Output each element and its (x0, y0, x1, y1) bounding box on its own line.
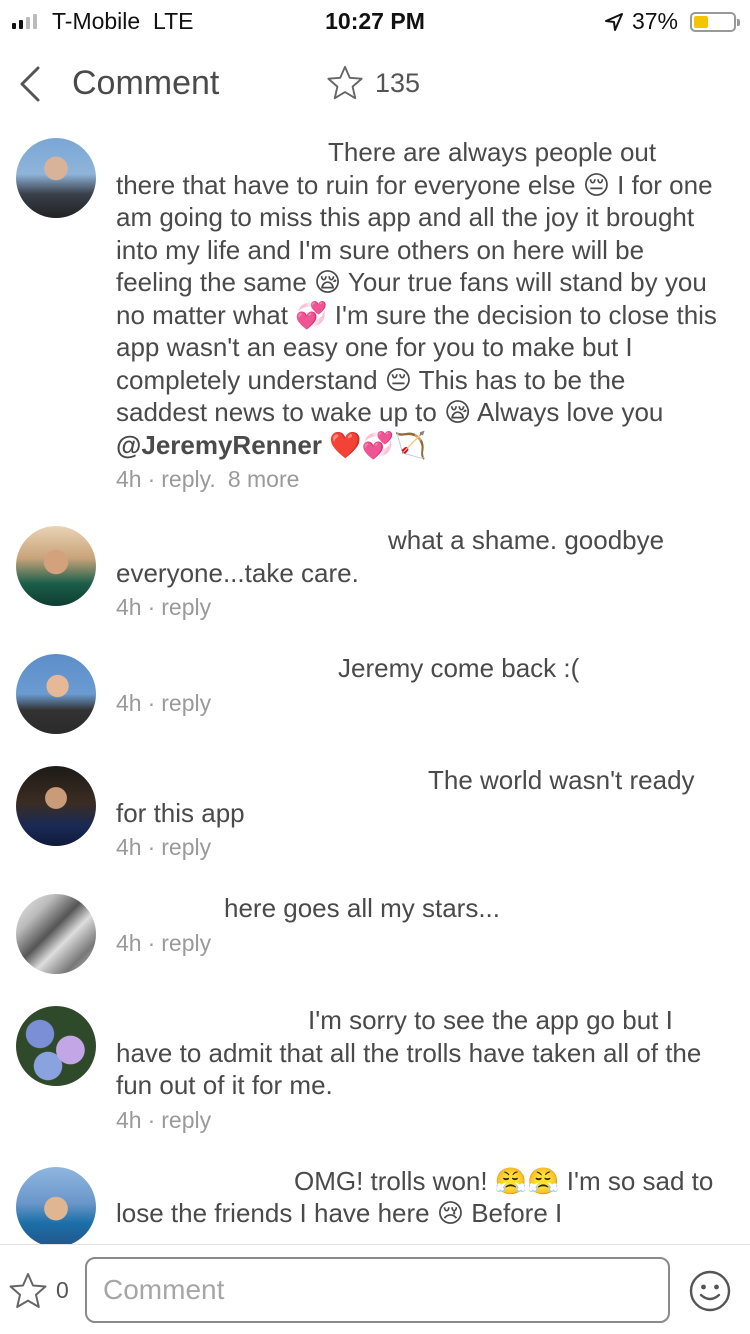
comment-body: There are always people out there that h… (116, 136, 720, 494)
comment-body: here goes all my stars... 4h · reply (116, 892, 720, 974)
comment-text: Jeremy come back :( (116, 652, 720, 685)
nav-bar: Comment 135 (0, 50, 750, 120)
screen: T-Mobile LTE 10:27 PM 37% Comment 135 Th… (0, 0, 750, 1334)
comment-text-part: here goes all my stars... (224, 893, 500, 923)
comment-text: I'm sorry to see the app go but I have t… (116, 1004, 720, 1102)
comment-body: I'm sorry to see the app go but I have t… (116, 1004, 720, 1135)
comment-meta: 4h · reply (116, 592, 720, 622)
separator: · (147, 1106, 156, 1133)
comment-item: here goes all my stars... 4h · reply (0, 892, 750, 974)
comment-text-part: ❤️💞🏹 (322, 429, 427, 460)
location-arrow-icon (604, 12, 623, 31)
comment-body: OMG! trolls won! 😤😤 I'm so sad to lose t… (116, 1165, 720, 1245)
avatar[interactable] (16, 138, 96, 218)
battery-level-fill (694, 15, 708, 28)
comment-item: I'm sorry to see the app go but I have t… (0, 1004, 750, 1135)
star-count: 135 (375, 68, 421, 98)
comment-body: Jeremy come back :( 4h · reply (116, 652, 720, 734)
star-count: 0 (56, 1277, 69, 1303)
comment-body: The world wasn't ready for this app 4h · r… (116, 764, 720, 862)
avatar[interactable] (16, 894, 96, 974)
comment-time: 4h (116, 1106, 142, 1133)
separator: · (147, 689, 156, 716)
comment-time: 4h (116, 466, 142, 492)
comment-item: what a shame. goodbye everyone...take ca… (0, 524, 750, 622)
separator: · (147, 466, 156, 492)
comment-text-part: Jeremy come back :( (338, 653, 580, 683)
comment-text-part: The world wasn't ready for this app (116, 765, 695, 828)
comment-meta: 4h · reply (116, 688, 720, 718)
avatar[interactable] (16, 1166, 96, 1244)
avatar[interactable] (16, 1006, 96, 1086)
comment-time: 4h (116, 834, 142, 860)
mention-link[interactable]: @JeremyRenner (116, 430, 322, 460)
back-chevron-icon[interactable] (14, 64, 46, 104)
comment-text: what a shame. goodbye everyone...take ca… (116, 524, 720, 589)
reply-link[interactable]: reply (161, 594, 211, 620)
comment-time: 4h (116, 594, 142, 620)
avatar[interactable] (16, 526, 96, 606)
comment-body: what a shame. goodbye everyone...take ca… (116, 524, 720, 622)
comment-text: The world wasn't ready for this app (116, 764, 720, 829)
emoji-icon[interactable] (688, 1269, 732, 1313)
comment-time: 4h (116, 929, 142, 956)
comment-meta: 4h · reply (116, 832, 720, 862)
battery-icon (690, 11, 740, 32)
comment-time: 4h (116, 689, 142, 716)
separator: · (147, 929, 156, 956)
comment-input[interactable] (85, 1257, 670, 1323)
comment-item: OMG! trolls won! 😤😤 I'm so sad to lose t… (0, 1165, 750, 1245)
comment-meta: 4h · reply. 8 more (116, 464, 720, 494)
comment-item: There are always people out there that h… (0, 136, 750, 494)
separator: · (147, 834, 156, 860)
separator: · (147, 594, 156, 620)
star-icon[interactable] (326, 64, 364, 102)
reply-link[interactable]: reply. (161, 466, 216, 492)
reply-link[interactable]: reply (161, 930, 211, 956)
reply-link[interactable]: reply (161, 1107, 211, 1133)
comment-text: There are always people out there that h… (116, 136, 720, 461)
comment-text-part: what a shame. goodbye everyone...take ca… (116, 525, 665, 588)
battery-percent: 37% (631, 8, 678, 34)
comment-text: OMG! trolls won! 😤😤 I'm so sad to lose t… (116, 1165, 720, 1230)
comment-composer: 0 (0, 1244, 750, 1334)
reply-link[interactable]: reply (161, 690, 211, 716)
comment-meta: 4h · reply (116, 928, 720, 958)
comment-meta: 4h · reply (116, 1105, 720, 1135)
page-title: Comment (72, 64, 220, 102)
reply-link[interactable]: reply (161, 834, 211, 860)
comment-list[interactable]: There are always people out there that h… (0, 136, 750, 1244)
comment-item: The world wasn't ready for this app 4h · r… (0, 764, 750, 862)
star-icon[interactable] (8, 1271, 48, 1311)
avatar[interactable] (16, 766, 96, 846)
comment-text: here goes all my stars... (116, 892, 720, 925)
avatar[interactable] (16, 654, 96, 734)
more-replies-link[interactable]: 8 more (228, 466, 300, 492)
comment-item: Jeremy come back :( 4h · reply (0, 652, 750, 734)
status-right: 37% (604, 8, 740, 35)
status-bar: T-Mobile LTE 10:27 PM 37% (0, 0, 750, 40)
comment-text-part: I'm sorry to see the app go but I have t… (116, 1005, 702, 1100)
comment-text-part: OMG! trolls won! 😤😤 I'm so sad to lose t… (116, 1165, 714, 1229)
comment-text-part: There are always people out there that h… (116, 137, 717, 427)
